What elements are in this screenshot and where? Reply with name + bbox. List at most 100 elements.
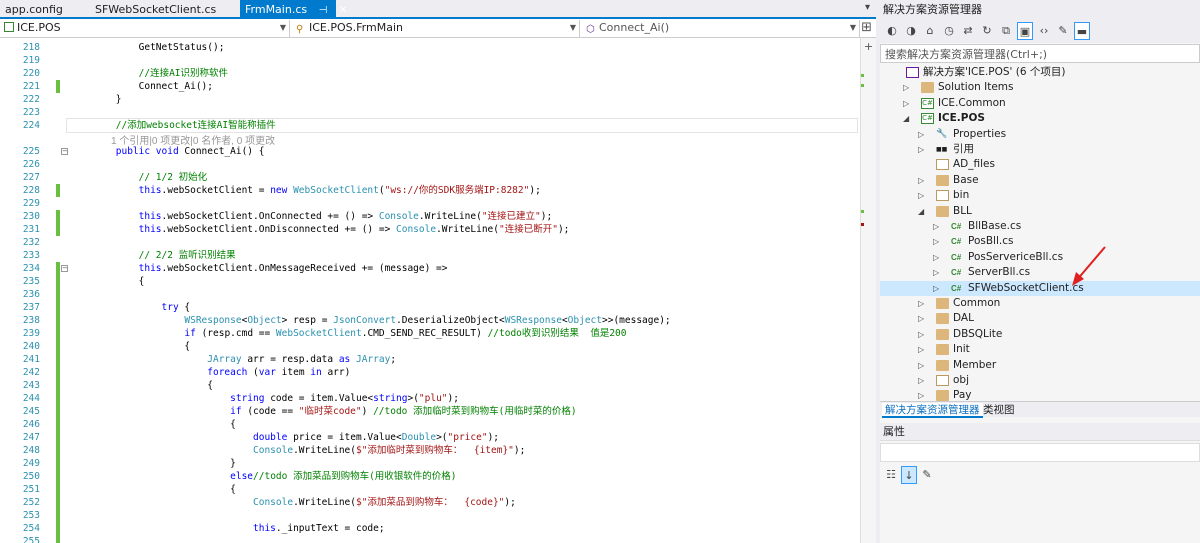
code-line[interactable]: if (resp.cmd == WebSocketClient.CMD_SEND… [70,327,860,340]
code-line[interactable]: // 2/2 监听识别结果 [70,249,860,262]
expand-arrow-icon[interactable]: ▷ [918,358,926,373]
expand-arrow-icon[interactable]: ▷ [918,142,926,157]
tab-frmmain[interactable]: FrmMain.cs ⊣ ✕ [240,0,347,19]
tree-item[interactable]: ▷ Member [880,358,1200,373]
expand-arrow-icon[interactable]: ▷ [918,327,926,342]
tree-item[interactable]: ▷ C# PosServericeBll.cs [880,250,1200,265]
code-line[interactable]: Connect_Ai(); [70,80,860,93]
code-line[interactable]: Console.WriteLine($"添加菜品到购物车： {code}"); [70,496,860,509]
editor-vertical-scrollbar[interactable]: + [860,38,876,543]
expand-arrow-icon[interactable]: ▷ [918,188,926,203]
tab-app-config[interactable]: app.config [0,0,68,19]
code-line[interactable]: JArray arr = resp.data as JArray; [70,353,860,366]
expand-arrow-icon[interactable]: ▷ [933,265,941,280]
categorized-icon[interactable]: ☷ [883,466,899,484]
code-editor[interactable]: 218 219 220 221 222 223 224 225 − 226 227 228 229 230… [0,38,860,543]
expand-arrow-icon[interactable]: ▷ [903,80,911,95]
preview-icon[interactable]: ▬ [1074,22,1090,40]
pin-icon[interactable]: ⊣ [319,5,328,16]
code-line[interactable]: this.webSocketClient.OnConnected += () =… [70,210,860,223]
collapse-arrow-icon[interactable]: ◢ [918,204,926,219]
expand-arrow-icon[interactable]: ▷ [918,373,926,388]
expand-arrow-icon[interactable]: ▷ [918,127,926,142]
member-dropdown[interactable]: ⬡ Connect_Ai() ▼ [582,20,860,37]
expand-arrow-icon[interactable]: ▷ [918,173,926,188]
code-line[interactable]: // 1/2 初始化 [70,171,860,184]
expand-arrow-icon[interactable]: ▷ [918,296,926,311]
code-line[interactable]: else//todo 添加菜品到购物车(用收银软件的价格) [70,470,860,483]
forward-icon[interactable]: ◑ [903,22,919,40]
code-line[interactable]: try { [70,301,860,314]
property-pages-icon[interactable]: ✎ [919,466,935,484]
tree-item[interactable]: ▷ obj [880,373,1200,388]
code-line[interactable]: } [70,93,860,106]
tree-item[interactable]: ▷ Base [880,173,1200,188]
tree-item[interactable]: ▷ DAL [880,311,1200,326]
show-all-files-icon[interactable]: ▣ [1017,22,1033,40]
tab-list-dropdown-icon[interactable]: ▾ [865,2,870,13]
properties-object-selector[interactable] [880,443,1200,462]
code-line[interactable]: Console.WriteLine($"添加临时菜到购物车： {item}"); [70,444,860,457]
code-line[interactable]: public void Connect_Ai() { [70,145,860,158]
code-line[interactable]: //连接AI识别称软件 [70,67,860,80]
code-line[interactable]: if (code == "临时菜code") //todo 添加临时菜到购物车(… [70,405,860,418]
tree-item[interactable]: ▷ C# SFWebSocketClient.cs [880,280,1200,296]
code-line[interactable]: //添加websocket连接AI智能称插件 [70,119,860,132]
tree-item[interactable]: ▷ Pay [880,388,1200,401]
refresh-icon[interactable]: ↻ [979,22,995,40]
expand-arrow-icon[interactable]: ▷ [933,281,941,296]
code-view-icon[interactable]: ‹› [1036,22,1052,40]
tree-item[interactable]: ▷ Init [880,342,1200,357]
collapse-arrow-icon[interactable]: ◢ [903,111,911,126]
history-icon[interactable]: ◷ [941,22,957,40]
code-line[interactable]: { [70,418,860,431]
code-line[interactable]: { [70,379,860,392]
alphabetical-icon[interactable]: ↓ [901,466,917,484]
expand-arrow-icon[interactable]: ▷ [933,219,941,234]
tree-item[interactable]: ▷ C# PosBll.cs [880,234,1200,249]
code-line[interactable]: string code = item.Value<string>("plu"); [70,392,860,405]
close-icon[interactable]: ✕ [339,5,347,16]
properties-wrench-icon[interactable]: ✎ [1055,22,1071,40]
tree-item[interactable]: ▷ C# BllBase.cs [880,219,1200,234]
code-line[interactable]: this.webSocketClient = new WebSocketClie… [70,184,860,197]
collapse-all-icon[interactable]: ⧉ [998,22,1014,40]
solution-search-input[interactable]: 搜索解决方案资源管理器(Ctrl+;) [880,44,1200,63]
tree-item[interactable]: ◢ C# ICE.POS [880,111,1200,126]
code-line[interactable]: this.webSocketClient.OnMessageReceived +… [70,262,860,275]
tree-item[interactable]: ▷ C# ICE.Common [880,96,1200,111]
sync-icon[interactable]: ⇄ [960,22,976,40]
expand-arrow-icon[interactable]: ▷ [903,96,911,111]
tree-item[interactable]: ▷ bin [880,188,1200,203]
code-line[interactable]: this._inputText = code; [70,522,860,535]
tree-item[interactable]: AD_files [880,157,1200,172]
tree-item[interactable]: ▷ 🔧 Properties [880,127,1200,142]
tab-class-view[interactable]: 类视图 [980,403,1018,418]
back-icon[interactable]: ◐ [884,22,900,40]
code-line[interactable]: { [70,275,860,288]
tree-item[interactable]: 解决方案'ICE.POS' (6 个项目) [880,65,1200,80]
fold-toggle-icon[interactable]: − [61,265,68,272]
tab-sfwebsocketclient[interactable]: SFWebSocketClient.cs [90,0,221,19]
tree-item[interactable]: ◢ BLL [880,204,1200,219]
split-editor-icon[interactable]: ⊞ [861,20,872,35]
code-line[interactable]: { [70,483,860,496]
code-line[interactable]: GetNetStatus(); [70,41,860,54]
code-line[interactable]: foreach (var item in arr) [70,366,860,379]
tree-item[interactable]: ▷ C# ServerBll.cs [880,265,1200,280]
expand-arrow-icon[interactable]: ▷ [933,234,941,249]
fold-toggle-icon[interactable]: − [61,148,68,155]
code-line[interactable]: this.webSocketClient.OnDisconnected += (… [70,223,860,236]
tab-solution-explorer[interactable]: 解决方案资源管理器 [882,403,983,418]
expand-arrow-icon[interactable]: ▷ [918,388,926,401]
code-line[interactable]: double price = item.Value<Double>("price… [70,431,860,444]
class-dropdown[interactable]: ⚲ ICE.POS.FrmMain ▼ [292,20,580,37]
home-icon[interactable]: ⌂ [922,22,938,40]
code-line[interactable]: } [70,457,860,470]
tree-item[interactable]: ▷ Common [880,296,1200,311]
expand-arrow-icon[interactable]: ▷ [918,311,926,326]
expand-arrow-icon[interactable]: ▷ [918,342,926,357]
project-dropdown[interactable]: ICE.POS ▼ [0,20,290,37]
expand-arrow-icon[interactable]: ▷ [933,250,941,265]
tree-item[interactable]: ▷ ■■ 引用 [880,142,1200,157]
